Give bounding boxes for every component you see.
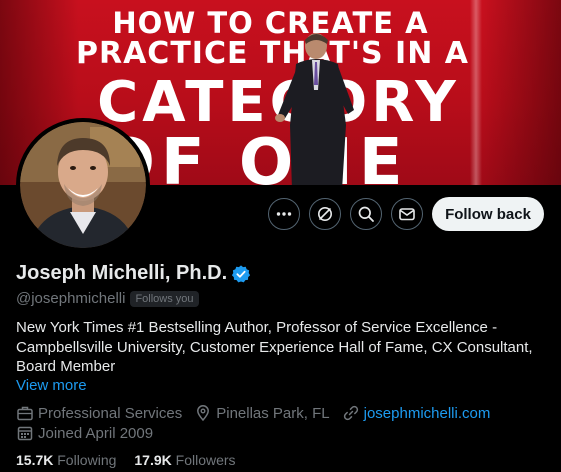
- following-count: 15.7K: [16, 452, 54, 468]
- followers-label: Followers: [175, 452, 236, 468]
- following-label: Following: [57, 452, 117, 468]
- search-icon: [358, 206, 374, 222]
- display-name: Joseph Michelli, Ph.D.: [16, 262, 228, 284]
- more-icon: [276, 212, 292, 216]
- joined-item: Joined April 2009: [16, 424, 153, 442]
- search-button[interactable]: [350, 198, 382, 230]
- location-pin-icon: [197, 405, 210, 422]
- speaker-figure: [275, 33, 354, 185]
- handle: @josephmichelli: [16, 290, 126, 307]
- verified-badge-icon[interactable]: [231, 264, 251, 284]
- message-button[interactable]: [391, 198, 423, 230]
- location-item: Pinellas Park, FL: [194, 404, 330, 422]
- followers-link[interactable]: 17.9K Followers: [134, 452, 235, 468]
- more-button[interactable]: [268, 198, 300, 230]
- follow-back-button[interactable]: Follow back: [432, 197, 544, 231]
- calendar-icon: [17, 426, 33, 441]
- profile-meta-row: Professional Services Pinellas Park, FL …: [16, 404, 502, 422]
- joined-label: Joined April 2009: [38, 424, 154, 442]
- category-label: Professional Services: [38, 404, 183, 422]
- followers-count: 17.9K: [134, 452, 172, 468]
- view-more-link[interactable]: View more: [16, 377, 87, 394]
- website-link[interactable]: josephmichelli.com: [364, 405, 491, 422]
- briefcase-icon: [17, 406, 33, 421]
- message-icon: [399, 208, 415, 221]
- following-link[interactable]: 15.7K Following: [16, 452, 116, 468]
- location-label: Pinellas Park, FL: [216, 404, 330, 422]
- subscribe-button[interactable]: [309, 198, 341, 230]
- follow-counts: 15.7K Following 17.9K Followers: [16, 452, 254, 468]
- handle-row: @josephmichelli Follows you: [16, 290, 199, 307]
- category-item: Professional Services: [16, 404, 182, 422]
- bio: New York Times #1 Bestselling Author, Pr…: [16, 319, 533, 375]
- profile-name-row: Joseph Michelli, Ph.D.: [16, 262, 251, 285]
- avatar[interactable]: [16, 118, 150, 252]
- subscribe-icon: [318, 207, 332, 221]
- joined-row: Joined April 2009: [16, 424, 165, 442]
- website-item[interactable]: josephmichelli.com: [342, 404, 491, 422]
- follows-you-badge: Follows you: [130, 290, 199, 307]
- link-icon: [343, 405, 358, 421]
